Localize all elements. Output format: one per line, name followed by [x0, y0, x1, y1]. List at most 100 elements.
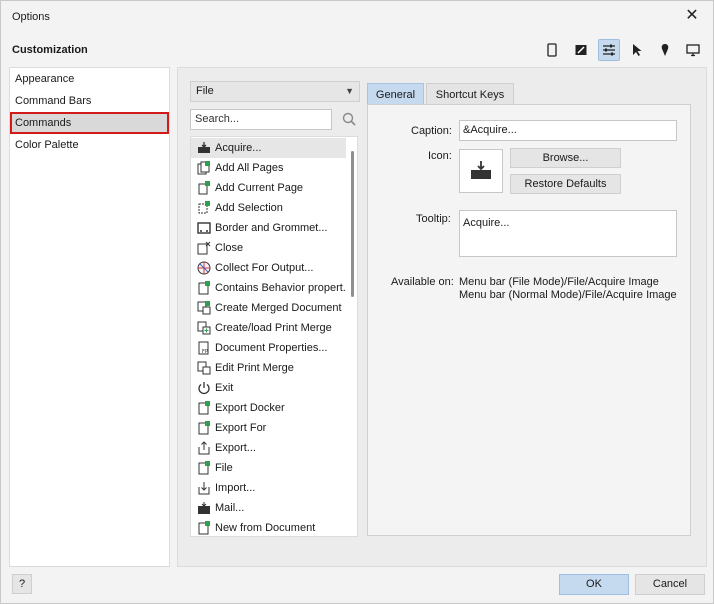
list-item-add-selection[interactable]: Add Selection	[191, 198, 346, 218]
edit-merge-icon	[197, 361, 211, 375]
monitor-icon[interactable]	[682, 39, 704, 61]
new-doc-icon	[198, 521, 210, 535]
export-docker-icon	[198, 401, 210, 415]
list-item-create-load-print-merge[interactable]: Create/load Print Merge	[191, 318, 346, 338]
commands-list: Acquire... Add All Pages Add Current Pag…	[190, 136, 358, 537]
ok-button[interactable]: OK	[559, 574, 629, 595]
list-item-label: New from Document	[215, 522, 316, 534]
image-edit-icon[interactable]	[570, 39, 592, 61]
list-item-create-merged-document[interactable]: Create Merged Document	[191, 298, 346, 318]
available-on-label: Available on:	[391, 276, 454, 288]
list-item-add-all-pages[interactable]: Add All Pages	[191, 158, 346, 178]
power-icon	[198, 382, 210, 395]
list-item-label: Exit	[215, 382, 234, 394]
border-grommet-icon	[197, 222, 211, 234]
list-item-label: Close	[215, 242, 244, 254]
command-icon-preview	[459, 149, 503, 193]
icon-label: Icon:	[428, 150, 452, 162]
list-item-document-properties[interactable]: FP Document Properties...	[191, 338, 346, 358]
list-item-label: Collect For Output...	[215, 262, 314, 274]
nav-item-commands[interactable]: Commands	[10, 112, 169, 134]
nav-item-appearance[interactable]: Appearance	[10, 68, 169, 90]
chevron-down-icon: ▼	[345, 86, 354, 96]
available-on-value-1: Menu bar (File Mode)/File/Acquire Image	[459, 276, 659, 288]
list-item-label: Create/load Print Merge	[215, 322, 332, 334]
list-item-close[interactable]: Close	[191, 238, 346, 258]
list-item-export[interactable]: Export...	[191, 438, 346, 458]
import-icon	[198, 482, 210, 495]
category-nav: Appearance Command Bars Commands Color P…	[9, 67, 170, 567]
collect-icon	[197, 261, 211, 275]
list-item-export-for[interactable]: Export For	[191, 418, 346, 438]
list-item-exit[interactable]: Exit	[191, 378, 346, 398]
tab-general[interactable]: General	[367, 83, 424, 105]
list-item-label: File	[215, 462, 233, 474]
list-item-label: Add Current Page	[215, 182, 304, 194]
export-icon	[198, 441, 210, 455]
options-dialog: Options ✕ Customization Appearance Comma…	[0, 0, 714, 604]
nav-item-color-palette[interactable]: Color Palette	[10, 134, 169, 156]
doc-properties-icon: FP	[198, 341, 209, 355]
list-item-file[interactable]: File	[191, 458, 346, 478]
list-item-import[interactable]: Import...	[191, 478, 346, 498]
close-icon[interactable]: ✕	[683, 7, 701, 25]
list-item-label: Edit Print Merge	[215, 362, 294, 374]
print-merge-icon	[197, 321, 211, 335]
close-doc-icon	[197, 241, 211, 255]
search-icon[interactable]	[341, 111, 357, 127]
cancel-button[interactable]: Cancel	[635, 574, 705, 595]
list-item-collect-for-output[interactable]: Collect For Output...	[191, 258, 346, 278]
help-button[interactable]: ?	[12, 574, 32, 594]
list-item-label: Add Selection	[215, 202, 283, 214]
file-icon	[198, 461, 210, 475]
list-item-label: Document Properties...	[215, 342, 328, 354]
sliders-icon[interactable]	[598, 39, 620, 61]
list-item-contains-behavior[interactable]: Contains Behavior propert...	[191, 278, 346, 298]
commands-scrollbar[interactable]	[351, 151, 354, 297]
pin-icon[interactable]	[654, 39, 676, 61]
browse-button[interactable]: Browse...	[510, 148, 621, 168]
search-input[interactable]: Search...	[190, 109, 332, 130]
scanner-icon	[198, 142, 210, 153]
list-item-acquire[interactable]: Acquire...	[191, 138, 346, 158]
export-for-icon	[198, 421, 210, 435]
available-on-value-2: Menu bar (Normal Mode)/File/Acquire Imag…	[459, 289, 677, 301]
list-item-label: Add All Pages	[215, 162, 284, 174]
window-title: Options	[12, 11, 50, 23]
nav-item-command-bars[interactable]: Command Bars	[10, 90, 169, 112]
caption-label: Caption:	[411, 125, 452, 137]
list-item-label: Export Docker	[215, 402, 285, 414]
category-select[interactable]: File ▼	[190, 81, 360, 102]
list-item-border-and-grommet[interactable]: Border and Grommet...	[191, 218, 346, 238]
list-item-mail[interactable]: Mail...	[191, 498, 346, 518]
restore-defaults-button[interactable]: Restore Defaults	[510, 174, 621, 194]
list-item-label: Export...	[215, 442, 256, 454]
general-tab-panel	[367, 104, 691, 536]
mail-icon	[198, 502, 210, 514]
pages-icon	[197, 161, 210, 175]
tab-shortcut-keys[interactable]: Shortcut Keys	[426, 83, 514, 105]
tooltip-label: Tooltip:	[416, 213, 451, 225]
section-title: Customization	[12, 44, 88, 56]
pointer-icon[interactable]	[626, 39, 648, 61]
list-item-label: Border and Grommet...	[215, 222, 328, 234]
selection-add-icon	[198, 201, 210, 214]
merge-doc-icon	[197, 301, 211, 315]
tooltip-field[interactable]: Acquire...	[459, 210, 677, 257]
list-item-label: Import...	[215, 482, 256, 494]
list-item-edit-print-merge[interactable]: Edit Print Merge	[191, 358, 346, 378]
list-item-new-from-document[interactable]: New from Document	[191, 518, 346, 536]
scanner-icon	[471, 161, 491, 179]
svg-text:FP: FP	[202, 349, 208, 355]
title-bar: Options ✕	[1, 1, 713, 33]
behavior-icon	[198, 281, 210, 295]
list-item-label: Contains Behavior propert...	[215, 282, 346, 294]
list-item-label: Create Merged Document	[215, 302, 342, 314]
caption-field[interactable]: &Acquire...	[459, 120, 677, 141]
list-item-add-current-page[interactable]: Add Current Page	[191, 178, 346, 198]
list-item-export-docker[interactable]: Export Docker	[191, 398, 346, 418]
list-item-label: Acquire...	[215, 142, 262, 154]
list-item-label: Export For	[215, 422, 267, 434]
document-icon[interactable]	[541, 39, 563, 61]
category-select-value: File	[196, 85, 214, 97]
